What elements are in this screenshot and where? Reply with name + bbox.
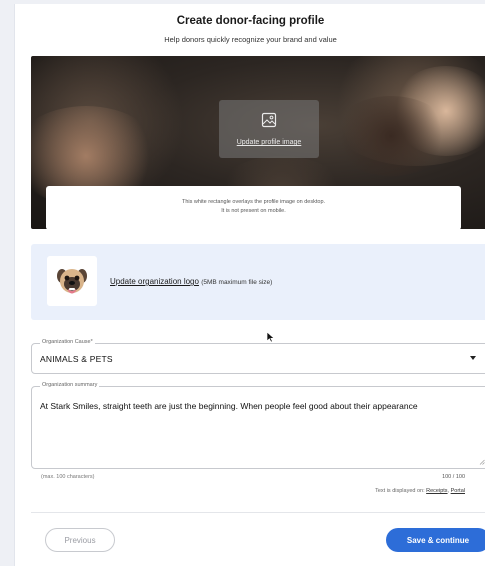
page-subtitle: Help donors quickly recognize your brand… <box>164 35 337 44</box>
organization-cause-value: ANIMALS & PETS <box>40 354 113 364</box>
footer-divider <box>31 512 485 513</box>
organization-cause-select[interactable]: Organization Cause* ANIMALS & PETS <box>31 339 485 374</box>
update-organization-logo-link[interactable]: Update organization logo <box>110 277 199 286</box>
image-icon <box>261 112 277 133</box>
logo-panel: Update organization logo (5MB maximum fi… <box>31 244 485 320</box>
save-and-continue-button[interactable]: Save & continue <box>386 528 485 552</box>
overlay-note-line1: This white rectangle overlays the profil… <box>181 199 326 205</box>
organization-logo <box>47 256 97 306</box>
portal-link[interactable]: Portal <box>451 488 465 494</box>
overlay-note-line2: It is not present on mobile. <box>221 208 286 214</box>
logo-upload-text: Update organization logo (5MB maximum fi… <box>110 277 272 286</box>
organization-summary-input[interactable]: At Stark Smiles, straight teeth are just… <box>40 400 476 413</box>
organization-summary-field[interactable]: Organization summary At Stark Smiles, st… <box>31 382 485 469</box>
update-profile-image-button[interactable]: Update profile image <box>219 100 319 158</box>
page-title: Create donor-facing profile <box>176 15 325 27</box>
desktop-overlay-note: This white rectangle overlays the profil… <box>46 186 461 230</box>
organization-cause-label: Organization Cause* <box>40 339 95 345</box>
mouse-cursor-icon <box>266 331 275 343</box>
summary-character-counter: 100 / 100 <box>442 474 465 480</box>
summary-character-hint: (max. 100 characters) <box>41 474 95 480</box>
logo-size-note: (5MB maximum file size) <box>201 279 273 286</box>
text-displayed-on: Text is displayed on: Receipts, Portal <box>375 488 465 494</box>
chevron-down-icon <box>470 356 476 360</box>
link-separator: , <box>447 488 450 494</box>
resize-handle-icon[interactable] <box>479 459 485 465</box>
displayed-on-label: Text is displayed on: <box>375 488 425 494</box>
pug-logo-icon <box>57 269 87 294</box>
update-profile-image-label: Update profile image <box>236 139 302 146</box>
receipts-link[interactable]: Receipts <box>426 488 447 494</box>
profile-card: Create donor-facing profile Help donors … <box>14 4 485 566</box>
organization-summary-label: Organization summary <box>40 382 100 388</box>
previous-button[interactable]: Previous <box>45 528 115 552</box>
